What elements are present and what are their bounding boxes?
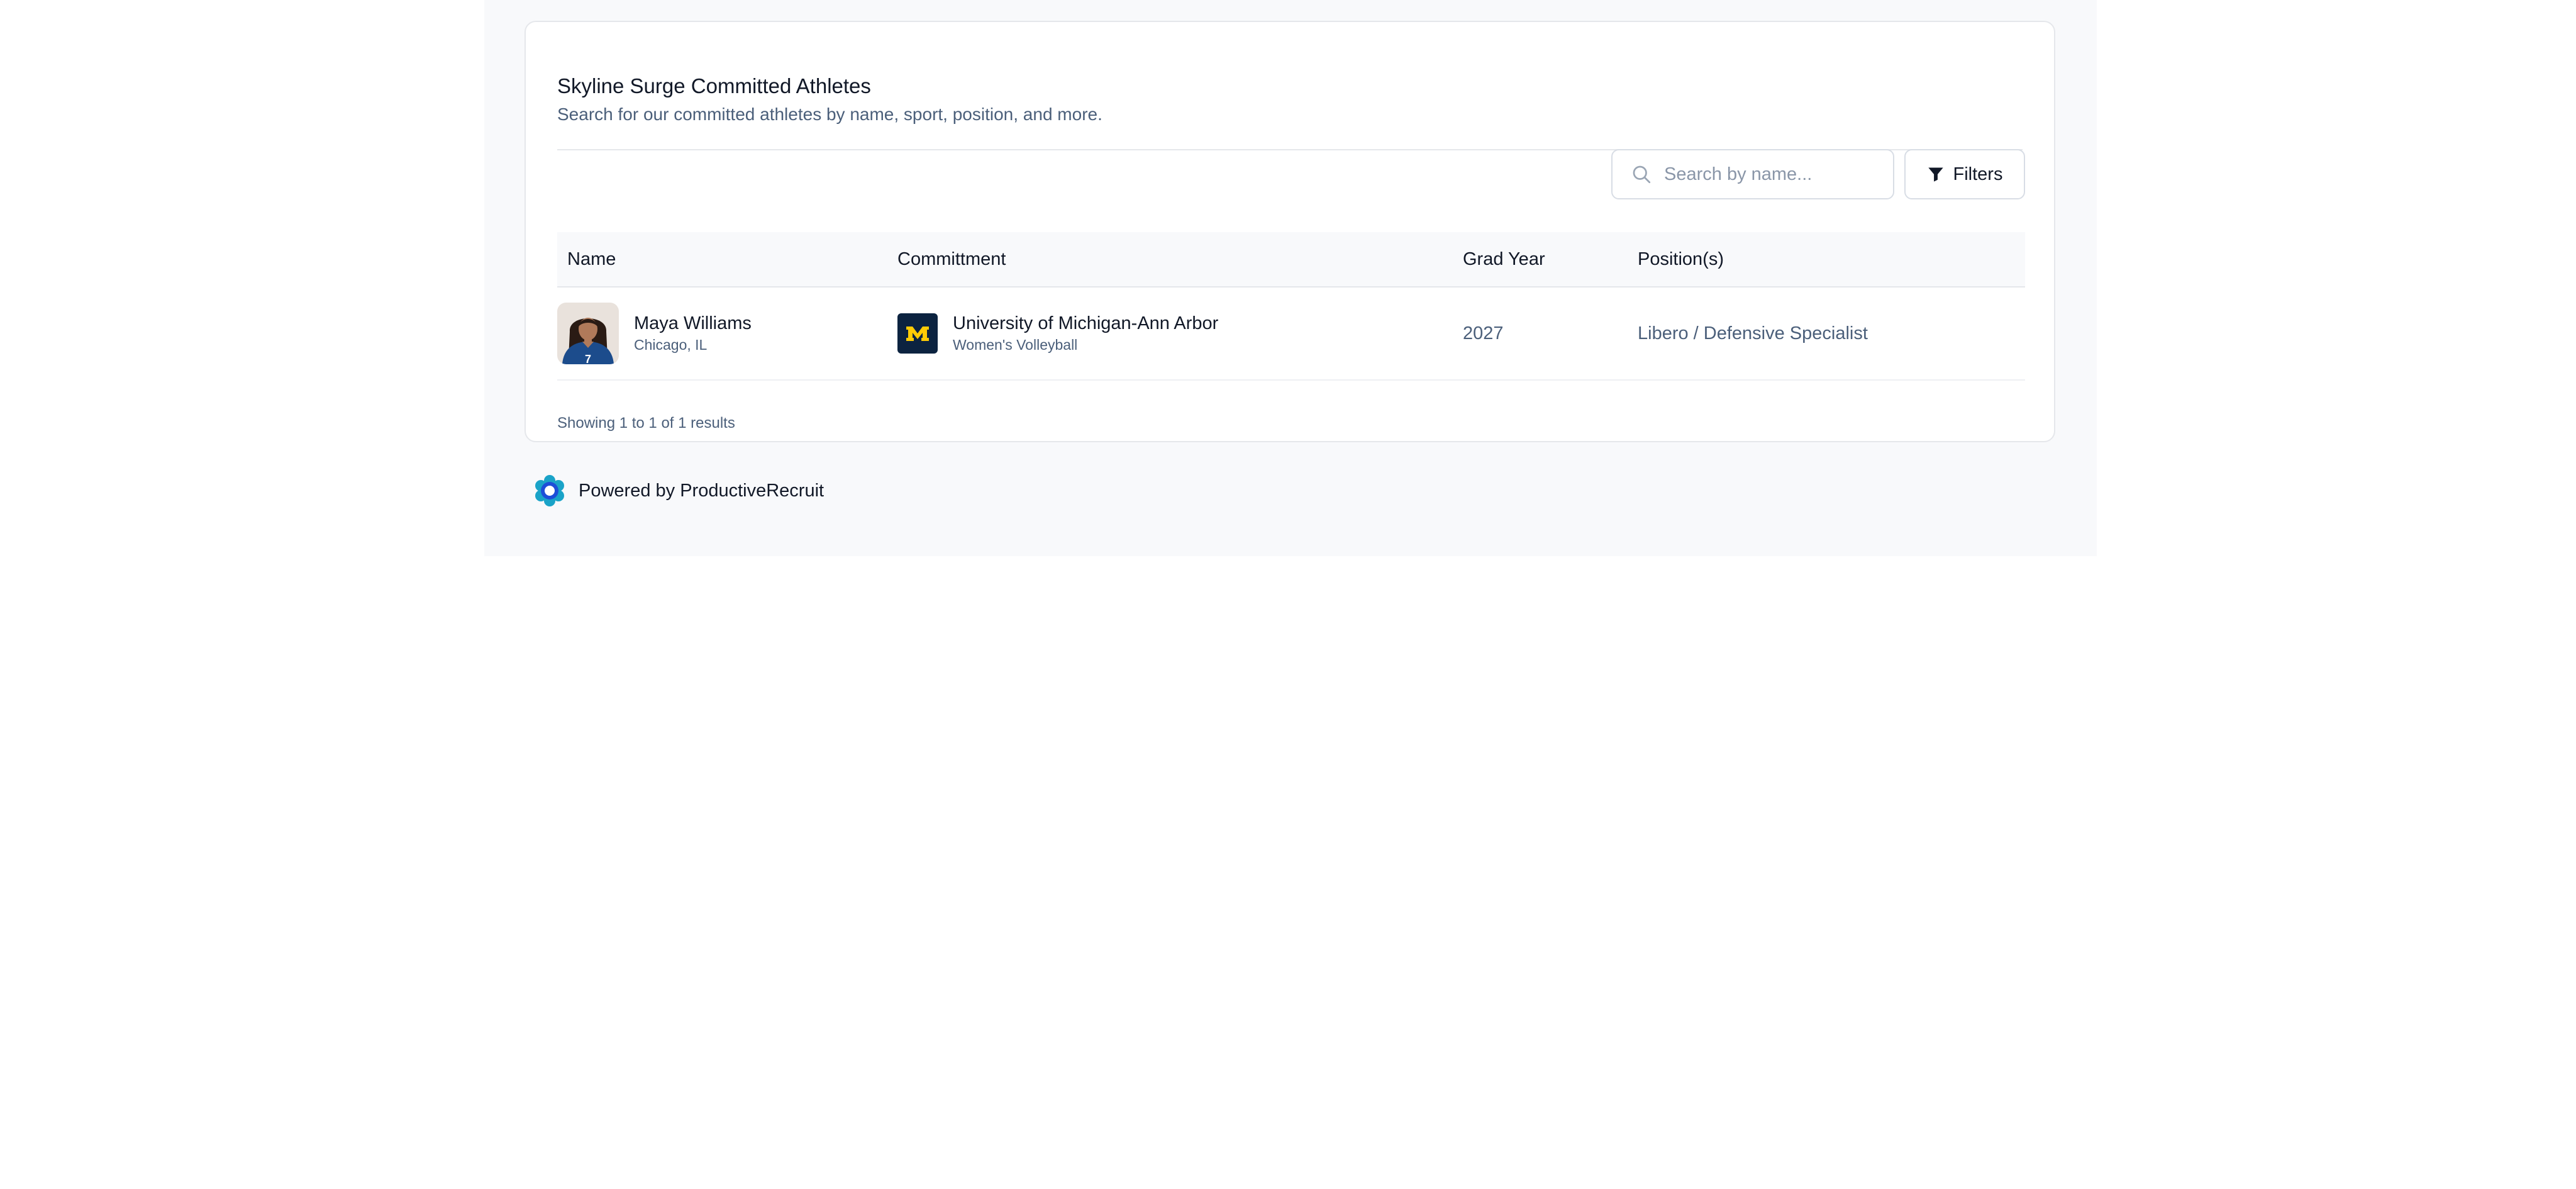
page-title: Skyline Surge Committed Athletes — [557, 74, 871, 98]
column-header-commitment[interactable]: Committment — [897, 232, 1006, 286]
column-header-name[interactable]: Name — [567, 232, 616, 286]
search-box[interactable] — [1611, 149, 1894, 199]
filters-button[interactable]: Filters — [1904, 149, 2025, 199]
table-header: Name Committment Grad Year Position(s) — [557, 232, 2025, 287]
commitment-cell: University of Michigan-Ann Arbor Women's… — [897, 287, 1218, 379]
michigan-m-logo-icon — [897, 313, 938, 354]
positions-cell: Libero / Defensive Specialist — [1638, 287, 1868, 379]
athlete-cell: 7 Maya Williams Chicago, IL — [557, 287, 752, 379]
column-header-positions[interactable]: Position(s) — [1638, 232, 1724, 286]
jersey-number: 7 — [585, 353, 591, 364]
filters-button-label: Filters — [1953, 164, 2003, 184]
grad-year: 2027 — [1463, 323, 1504, 343]
search-input[interactable] — [1664, 164, 1872, 185]
grad-year-cell: 2027 — [1463, 287, 1504, 379]
search-icon — [1633, 165, 1651, 184]
athlete-name[interactable]: Maya Williams — [634, 312, 752, 335]
productiverecruit-logo-icon — [535, 475, 564, 506]
card-header: Skyline Surge Committed Athletes Search … — [557, 53, 2023, 150]
page-subtitle: Search for our committed athletes by nam… — [557, 104, 1102, 124]
positions: Libero / Defensive Specialist — [1638, 323, 1868, 343]
powered-by-footer[interactable]: Powered by ProductiveRecruit — [533, 473, 824, 508]
athlete-location: Chicago, IL — [634, 337, 708, 354]
athlete-avatar: 7 — [557, 303, 619, 364]
filter-icon — [1928, 167, 1943, 182]
results-count: Showing 1 to 1 of 1 results — [557, 415, 735, 432]
school-sport: Women's Volleyball — [953, 337, 1078, 354]
school-name: University of Michigan-Ann Arbor — [953, 313, 1219, 333]
column-header-grad-year[interactable]: Grad Year — [1463, 232, 1545, 286]
athletes-widget: Skyline Surge Committed Athletes Search … — [484, 0, 2097, 556]
athletes-table: Name Committment Grad Year Position(s) 7… — [557, 232, 2025, 381]
powered-by-text[interactable]: Powered by ProductiveRecruit — [579, 481, 824, 501]
athletes-card: Skyline Surge Committed Athletes Search … — [525, 21, 2055, 442]
table-row[interactable]: 7 Maya Williams Chicago, IL University o… — [557, 287, 2025, 381]
